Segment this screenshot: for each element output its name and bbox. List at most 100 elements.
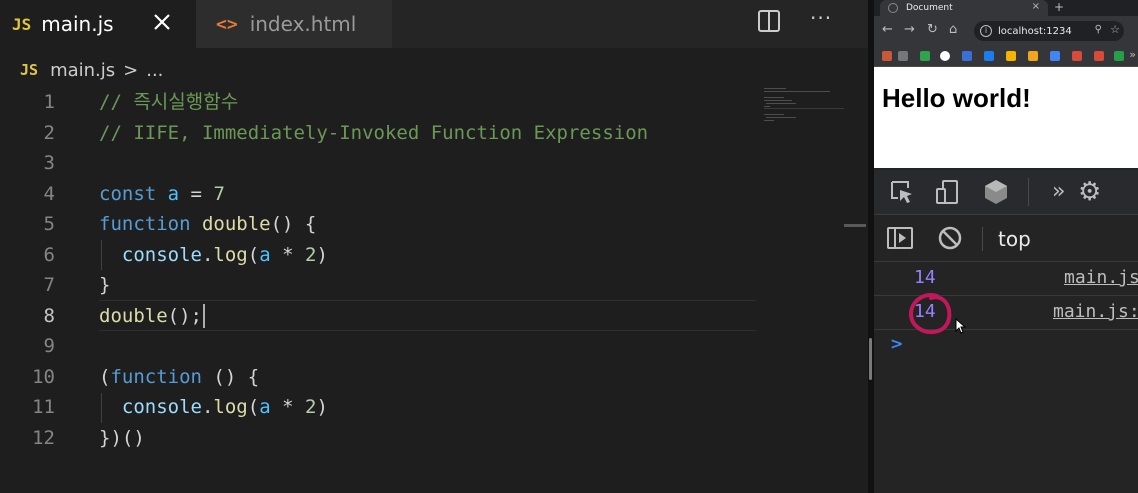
3d-view-icon[interactable] <box>982 178 1010 206</box>
code-line: 6 console.log(a * 2) <box>0 240 760 271</box>
back-arrow-icon[interactable]: ← <box>882 23 893 37</box>
chevron-double-right-icon[interactable]: » <box>1129 48 1136 61</box>
devtools-toolbar: » ⚙ <box>874 170 1138 215</box>
minimap-line <box>764 88 786 89</box>
punctuation: () { <box>270 213 317 235</box>
console-prompt[interactable]: > <box>890 334 903 353</box>
code-text: // 즉시실행함수 <box>99 91 239 113</box>
scrollbar-marker[interactable] <box>844 224 866 227</box>
breadcrumb-file[interactable]: main.js <box>50 60 115 81</box>
bookmark-icon[interactable] <box>1050 51 1060 61</box>
bookmark-icon[interactable] <box>1114 51 1124 61</box>
info-icon[interactable]: i <box>980 25 992 37</box>
punctuation: . <box>201 396 214 418</box>
tab-index-html[interactable]: <> index.html <box>196 0 392 48</box>
new-tab-icon[interactable]: + <box>1054 0 1064 14</box>
home-icon[interactable]: ⌂ <box>949 23 957 37</box>
breadcrumb: JS main.js > ... <box>20 56 163 84</box>
minimap[interactable] <box>760 86 844 126</box>
chevron-right-icon: > <box>123 59 139 81</box>
code-area[interactable]: 1 // 즉시실행함수 2 // IIFE, Immediately-Invoked… <box>0 87 760 453</box>
code-line: 10 (function () { <box>0 362 760 393</box>
number: 2 <box>304 243 317 266</box>
clear-console-icon[interactable] <box>936 224 964 252</box>
identifier: console <box>121 243 202 266</box>
annotation-circle <box>908 293 952 335</box>
gmail-icon[interactable] <box>1094 51 1104 61</box>
punctuation: . <box>201 243 214 266</box>
star-icon[interactable]: ☆ <box>1110 23 1120 36</box>
reload-icon[interactable]: ↻ <box>927 23 938 37</box>
code-text: function double() { <box>99 209 316 240</box>
resize-handle[interactable] <box>869 338 872 380</box>
code-text: console.log(a * 2) <box>99 240 328 271</box>
split-editor-icon[interactable] <box>757 9 781 33</box>
minimap-line <box>764 91 830 92</box>
line-number: 10 <box>32 365 55 388</box>
bookmark-icon[interactable] <box>898 51 908 61</box>
apps-icon[interactable] <box>882 51 892 61</box>
close-icon[interactable] <box>150 10 174 34</box>
operator: * <box>270 243 305 266</box>
log-source-link[interactable]: main.js <box>1064 267 1138 288</box>
log-source-link[interactable]: main.js: <box>1053 301 1138 322</box>
gmail-icon[interactable] <box>1072 51 1082 61</box>
more-tabs-icon[interactable]: » <box>1052 178 1080 206</box>
minimap-line <box>764 106 770 107</box>
tab-label: index.html <box>249 12 357 36</box>
minimap-line <box>764 97 784 98</box>
identifier: a <box>259 396 271 418</box>
browser-toolbar: ← → ↻ ⌂ i localhost:1234 ⚲ ☆ <box>874 16 1138 46</box>
code-editor: JS main.js <> index.html ··· JS main.js … <box>0 0 868 493</box>
toolbar-separator <box>982 227 983 251</box>
show-sidebar-icon[interactable] <box>886 224 914 252</box>
number: 7 <box>213 182 225 205</box>
inspect-element-icon[interactable] <box>888 178 916 206</box>
text-cursor <box>202 304 205 328</box>
line-number: 5 <box>43 213 55 235</box>
bookmark-icon[interactable] <box>920 51 930 61</box>
code-line: 4 const a = 7 <box>0 179 760 210</box>
tab-main-js[interactable]: JS main.js <box>0 0 196 48</box>
search-icon[interactable]: ⚲ <box>1095 24 1102 35</box>
dropbox-icon[interactable] <box>984 51 994 61</box>
operator: = <box>179 182 214 205</box>
punctuation: ) <box>316 243 328 266</box>
close-icon[interactable]: × <box>1032 1 1040 12</box>
editor-tab-bar: JS main.js <> index.html ··· <box>0 0 868 48</box>
more-actions-icon[interactable]: ··· <box>810 6 832 30</box>
bookmark-icon[interactable] <box>1028 51 1038 61</box>
code-text: } <box>99 274 111 296</box>
code-line: 2 // IIFE, Immediately-Invoked Function E… <box>0 118 760 149</box>
punctuation: ( <box>99 365 111 388</box>
line-number: 7 <box>43 274 55 296</box>
code-line: 1 // 즉시실행함수 <box>0 87 760 118</box>
device-toolbar-icon[interactable] <box>934 178 962 206</box>
operator: * <box>270 396 305 418</box>
number: 2 <box>304 396 317 418</box>
context-selector[interactable]: top <box>998 227 1031 251</box>
function-name: double <box>99 304 168 327</box>
code-line: 3 <box>0 148 760 179</box>
drive-icon[interactable] <box>1006 51 1016 61</box>
browser-tab-title: Document <box>906 3 953 13</box>
web-page: Hello world! <box>874 67 1138 168</box>
minimap-line <box>764 120 774 121</box>
identifier: a <box>167 182 180 205</box>
punctuation: () { <box>201 365 260 388</box>
code-text: double(); <box>99 301 205 332</box>
mouse-pointer-icon <box>955 318 967 334</box>
function-name: double <box>201 213 271 235</box>
breadcrumb-symbols[interactable]: ... <box>146 60 163 81</box>
line-number: 11 <box>32 396 55 418</box>
browser-tab-strip: Document × + <box>874 0 1138 16</box>
js-file-icon: JS <box>20 61 39 79</box>
gear-icon[interactable]: ⚙ <box>1078 178 1106 206</box>
forward-arrow-icon[interactable]: → <box>904 23 915 37</box>
url-text: localhost:1234 <box>998 25 1072 37</box>
bookmark-icon[interactable] <box>962 51 972 61</box>
address-bar[interactable]: i localhost:1234 ⚲ ☆ <box>974 21 1124 41</box>
log-value: 14 <box>914 267 936 288</box>
google-icon[interactable] <box>940 51 950 61</box>
browser-tab[interactable]: Document × <box>880 0 1048 16</box>
